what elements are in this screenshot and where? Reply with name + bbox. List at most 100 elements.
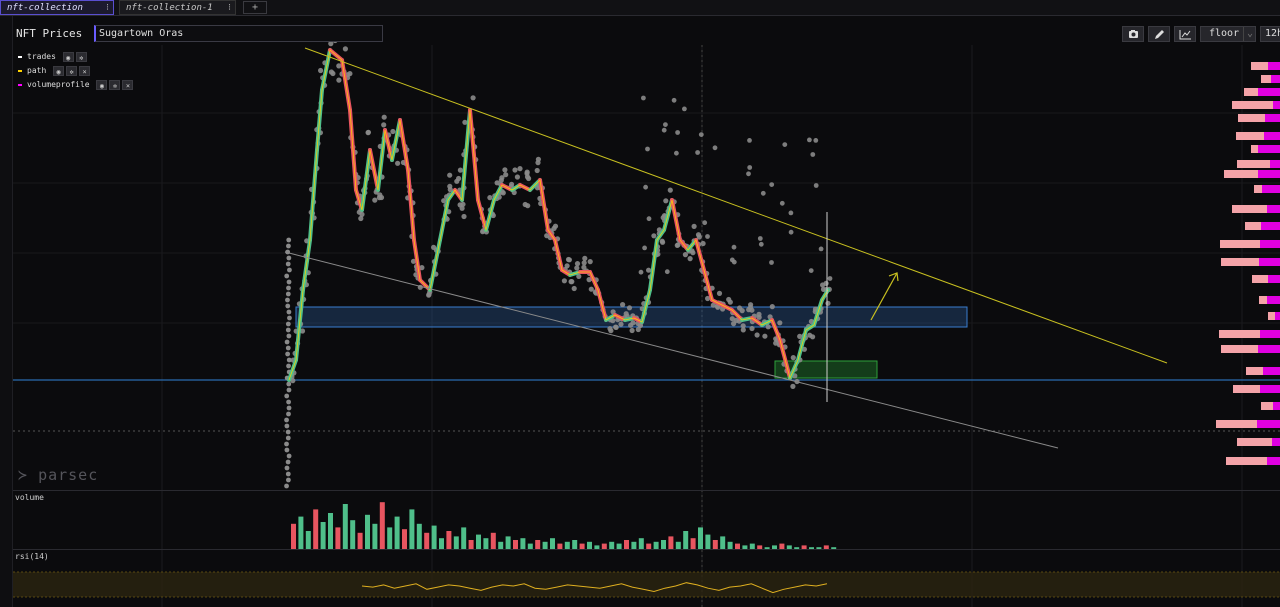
trade-point — [284, 417, 289, 423]
trade-point — [561, 278, 568, 284]
trade-point — [813, 138, 819, 143]
eye-icon[interactable]: ◉ — [53, 65, 65, 76]
close-icon[interactable]: × — [122, 79, 134, 90]
trade-point — [571, 285, 577, 292]
trade-point — [790, 355, 796, 361]
timeframe-button[interactable]: 12h — [1260, 26, 1280, 42]
trade-point — [330, 70, 336, 77]
trade-point — [700, 240, 706, 247]
trade-point — [754, 332, 760, 338]
trade-point — [729, 257, 735, 263]
trade-point — [574, 265, 580, 271]
metric-select[interactable]: floor ⌄ — [1200, 26, 1256, 42]
volume-profile-bar-magenta — [1270, 160, 1280, 168]
trade-point — [286, 387, 292, 393]
volume-profile-bar-magenta — [1271, 75, 1280, 83]
trade-point — [748, 302, 754, 308]
volume-profile-bar-magenta — [1261, 222, 1280, 230]
trade-point — [629, 327, 635, 334]
gear-icon[interactable]: ✲ — [75, 51, 87, 62]
volume-profile-bar-pink — [1221, 258, 1259, 266]
gear-icon[interactable]: ✲ — [66, 65, 78, 76]
chart-header: NFT Prices Sugartown Oras floor ⌄ 12h — [13, 24, 1280, 44]
trade-point — [342, 46, 348, 52]
trade-point — [782, 142, 788, 148]
legend-label: trades — [27, 52, 56, 61]
metric-select-value: floor — [1209, 28, 1240, 39]
trade-point — [643, 184, 648, 190]
trade-point — [285, 459, 291, 465]
legend-item-trades: trades ◉ ✲ — [18, 51, 87, 63]
volume-bar — [638, 538, 644, 549]
volume-profile-bar-magenta — [1273, 402, 1280, 410]
trade-point — [286, 453, 292, 459]
volume-bar — [564, 541, 570, 549]
line-chart-icon[interactable] — [1174, 26, 1196, 42]
volume-bar — [335, 527, 341, 549]
volume-profile-bar-pink — [1252, 275, 1268, 283]
rsi-panel-divider — [13, 549, 1280, 550]
trade-point — [788, 229, 794, 235]
volume-profile-bar-pink — [1236, 132, 1264, 140]
volume-profile-bar-magenta — [1264, 132, 1280, 140]
volume-profile-bar-pink — [1220, 240, 1260, 248]
volume-profile-bar-pink — [1238, 114, 1265, 122]
close-icon[interactable]: × — [79, 65, 91, 76]
volume-profile-bar-pink — [1237, 438, 1272, 446]
volume-profile-bar-pink — [1221, 345, 1258, 353]
trade-point — [285, 351, 291, 357]
volume-bar — [490, 532, 496, 549]
gear-icon[interactable]: ✲ — [109, 79, 121, 90]
trade-point — [566, 257, 573, 263]
trade-point — [691, 223, 697, 229]
volume-panel-label: volume — [15, 493, 44, 502]
volume-bar — [461, 527, 467, 549]
pencil-icon[interactable] — [1148, 26, 1170, 42]
trade-point — [285, 291, 291, 297]
volume-bar — [313, 509, 319, 549]
volume-bar — [446, 531, 452, 549]
trade-point — [790, 383, 796, 389]
trade-point — [286, 357, 292, 363]
volume-profile-bar-pink — [1261, 75, 1271, 83]
volume-bar — [320, 522, 326, 549]
trade-point — [285, 261, 291, 267]
volume-profile-bar-pink — [1251, 145, 1258, 153]
trade-point — [808, 268, 814, 273]
trade-point — [687, 256, 693, 262]
volume-bar — [453, 536, 459, 549]
trade-point — [769, 260, 774, 265]
collection-name-input[interactable]: Sugartown Oras — [94, 25, 383, 42]
trade-point — [381, 122, 387, 128]
volume-bar — [624, 540, 629, 549]
trade-point — [818, 246, 824, 252]
volume-panel-divider — [13, 490, 1280, 491]
volume-bar — [505, 536, 511, 549]
legend-label: volumeprofile — [27, 80, 90, 89]
trade-point — [646, 216, 652, 222]
volume-profile-bar-magenta — [1272, 438, 1280, 446]
trade-point — [746, 171, 751, 177]
trade-point — [286, 405, 292, 411]
trade-point — [517, 166, 523, 172]
trade-point — [284, 483, 289, 489]
price-chart[interactable] — [0, 0, 1280, 607]
volume-bar — [661, 540, 666, 549]
volume-bar — [387, 527, 393, 549]
trade-point — [758, 241, 764, 247]
trade-point — [381, 114, 387, 120]
trade-point — [286, 309, 292, 315]
trade-point — [797, 333, 803, 339]
eye-icon[interactable]: ◉ — [96, 79, 108, 90]
trade-point — [286, 279, 292, 285]
eye-icon[interactable]: ◉ — [62, 51, 74, 62]
volume-profile-bar-pink — [1261, 402, 1273, 410]
trade-point — [372, 197, 378, 203]
camera-icon[interactable] — [1122, 26, 1144, 42]
volume-bar — [520, 538, 526, 549]
volume-profile-bar-magenta — [1260, 330, 1280, 338]
trade-point — [500, 190, 506, 196]
trade-point — [287, 315, 292, 321]
volume-profile-bar-magenta — [1267, 296, 1280, 304]
volume-profile-bar-pink — [1233, 385, 1260, 393]
